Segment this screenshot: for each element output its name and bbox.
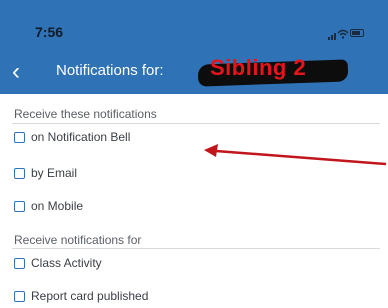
- annotation-arrow: [204, 144, 387, 166]
